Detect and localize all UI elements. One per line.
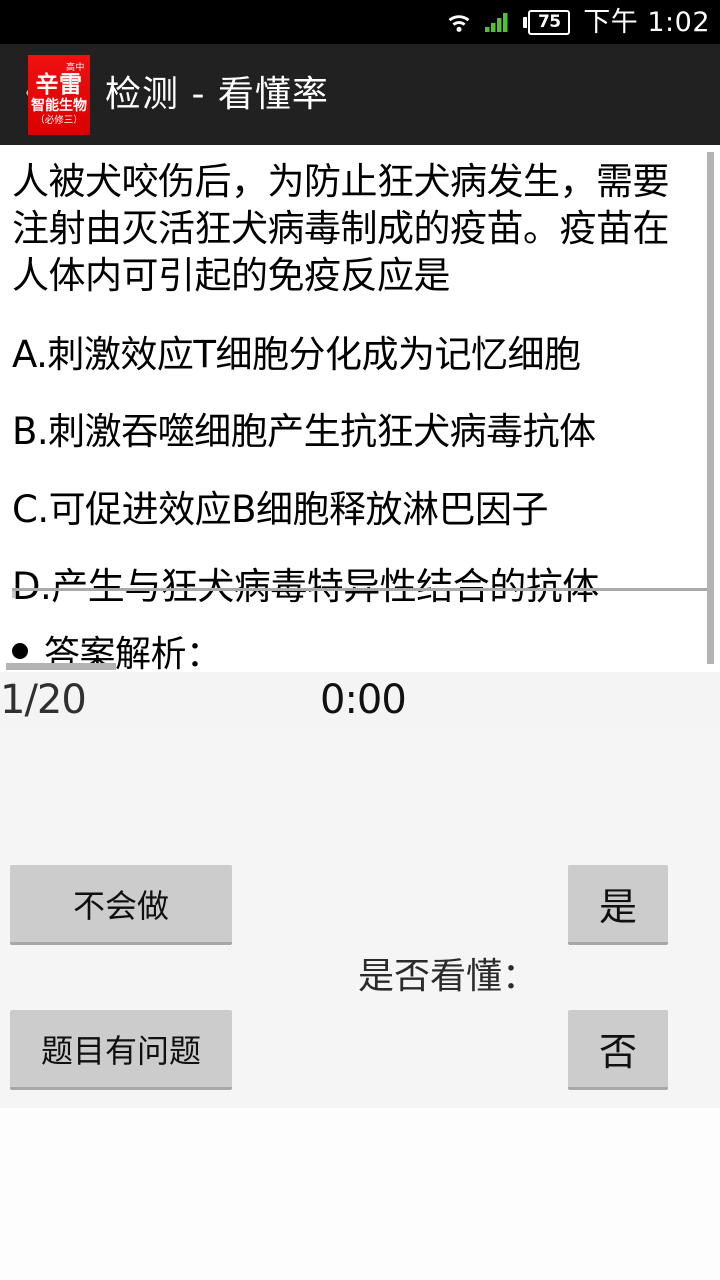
app-logo-sub-text: 智能生物	[31, 98, 87, 115]
battery-icon: 75	[523, 9, 571, 35]
answer-action-panel: 不会做 题目有问题 是 否 是否看懂：	[0, 727, 720, 1280]
question-content: 人被犬咬伤后，为防止狂犬病发生，需要注射由灭活狂犬病毒制成的疫苗。疫苗在人体内可…	[0, 145, 700, 610]
understand-prompt-label: 是否看懂：	[358, 956, 539, 997]
question-option-c[interactable]: C.可促进效应B细胞释放淋巴因子	[12, 488, 686, 532]
question-option-a[interactable]: A.刺激效应T细胞分化成为记忆细胞	[12, 333, 686, 377]
status-bar-clock: 下午 1:02	[583, 6, 710, 38]
cannot-do-button[interactable]: 不会做	[10, 865, 232, 945]
understood-no-button[interactable]: 否	[568, 1010, 668, 1090]
cellular-signal-icon	[484, 10, 512, 34]
status-bar-icons: 75 下午 1:02	[445, 9, 710, 36]
report-question-button[interactable]: 题目有问题	[10, 1010, 232, 1090]
app-logo-main-text: 辛雷	[35, 72, 83, 99]
back-chevron-icon[interactable]: 〈	[6, 78, 40, 112]
app-logo: 高中 辛雷 智能生物 （必修三）	[28, 54, 90, 135]
question-index-label: 1/20	[0, 676, 87, 723]
progress-counter-bar: 1/20 0:00	[0, 672, 720, 727]
app-screen: 75 下午 1:02 〈 高中 辛雷 智能生物 （必修三） 检测 - 看懂率 人…	[0, 0, 720, 1280]
bullet-icon	[12, 643, 28, 659]
wifi-icon	[445, 10, 473, 34]
battery-nub	[523, 16, 528, 28]
battery-body: 75	[528, 9, 571, 35]
app-logo-note-text: （必修三）	[35, 115, 83, 127]
understood-yes-button[interactable]: 是	[568, 865, 668, 945]
bottom-blank-area	[0, 1108, 720, 1280]
battery-level-text: 75	[537, 11, 561, 32]
question-scroll-area[interactable]: 人被犬咬伤后，为防止狂犬病发生，需要注射由灭活狂犬病毒制成的疫苗。疫苗在人体内可…	[0, 145, 720, 672]
status-bar: 75 下午 1:02	[0, 0, 720, 44]
vertical-scrollbar[interactable]	[707, 152, 714, 664]
content-divider	[12, 588, 712, 598]
title-bar: 〈 高中 辛雷 智能生物 （必修三） 检测 - 看懂率	[0, 44, 720, 145]
question-option-b[interactable]: B.刺激吞噬细胞产生抗狂犬病毒抗体	[12, 410, 686, 454]
page-title: 检测 - 看懂率	[105, 73, 329, 115]
horizontal-scrollbar[interactable]	[6, 663, 116, 670]
elapsed-timer-label: 0:00	[320, 676, 407, 723]
question-stem: 人被犬咬伤后，为防止狂犬病发生，需要注射由灭活狂犬病毒制成的疫苗。疫苗在人体内可…	[12, 160, 670, 297]
